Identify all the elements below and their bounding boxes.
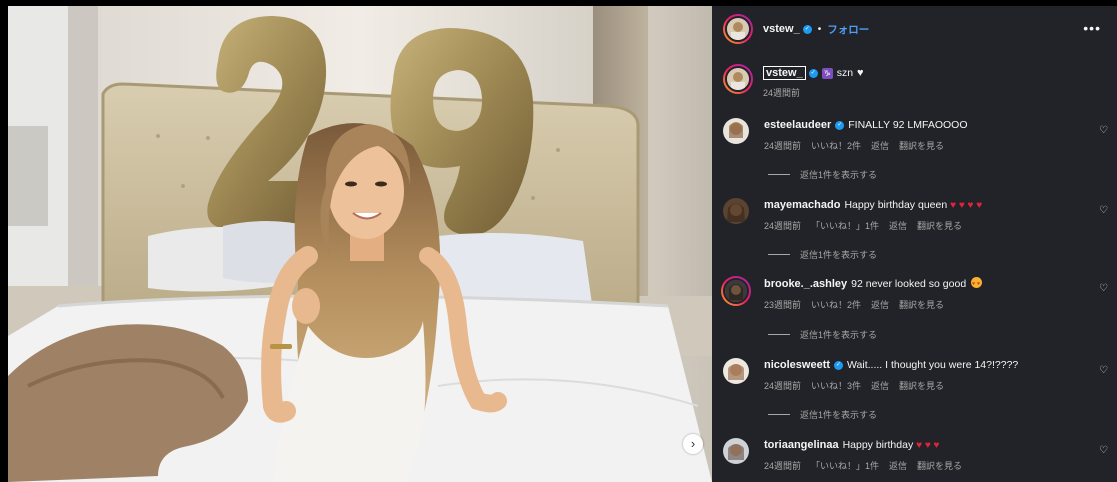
avatar-image [725, 16, 751, 42]
comment-item: esteelaudeer ✓ FINALLY 92 LMFAOOOO 24週間前 い… [723, 118, 1108, 152]
comment-item: brooke._.ashley 92 never looked so good 2… [721, 276, 1108, 311]
translate-button[interactable]: 翻訳を見る [917, 459, 962, 472]
comment-time: 24週間前 [764, 381, 802, 391]
view-replies-label: 返信1件を表示する [800, 330, 878, 340]
comment-time: 24週間前 [764, 461, 802, 471]
view-replies-button[interactable]: 返信1件を表示する [768, 408, 877, 421]
post-photo[interactable]: › [8, 6, 712, 482]
verified-badge-icon: ✓ [835, 120, 845, 130]
translate-button[interactable]: 翻訳を見る [899, 379, 944, 392]
reply-button[interactable]: 返信 [889, 219, 907, 232]
instagram-post-modal: › vstew_ ✓ • フォロー ••• vstew_ ✓ ♑ szn ♥ 2… [0, 0, 1117, 482]
caption-username[interactable]: vstew_ [763, 66, 806, 80]
heart-outline-icon[interactable]: ♡ [1099, 445, 1108, 456]
comment-text: Happy birthday queen [844, 199, 948, 211]
post-header: vstew_ ✓ • フォロー ••• [712, 6, 1117, 52]
translate-button[interactable]: 翻訳を見る [899, 298, 944, 311]
translate-button[interactable]: 翻訳を見る [899, 139, 944, 152]
comment-likes[interactable]: いいね！3件 [811, 379, 861, 392]
comment-likes[interactable]: いいね！2件 [811, 298, 861, 311]
comment-item: nicolesweett ✓ Wait..... I thought you wer… [723, 358, 1108, 392]
heart-outline-icon[interactable]: ♡ [1099, 205, 1108, 216]
view-replies-label: 返信1件を表示する [800, 170, 878, 180]
replies-line [768, 414, 790, 415]
heart-outline-icon[interactable]: ♡ [1099, 365, 1108, 376]
post-author-username[interactable]: vstew_ [763, 23, 800, 35]
reply-button[interactable]: 返信 [871, 379, 889, 392]
post-panel: vstew_ ✓ • フォロー ••• vstew_ ✓ ♑ szn ♥ 24週… [712, 6, 1117, 482]
view-replies-button[interactable]: 返信1件を表示する [768, 328, 877, 341]
caption-time: 24週間前 [763, 88, 801, 98]
replies-line [768, 334, 790, 335]
view-replies-button[interactable]: 返信1件を表示する [768, 248, 877, 261]
view-replies-label: 返信1件を表示する [800, 410, 878, 420]
reply-button[interactable]: 返信 [871, 139, 889, 152]
view-replies-label: 返信1件を表示する [800, 250, 878, 260]
follow-button[interactable]: フォロー [827, 22, 869, 37]
white-heart-icon: ♥ [857, 67, 864, 79]
red-heart-icon: ♥ ♥ ♥ ♥ [950, 200, 983, 211]
comment-avatar[interactable] [723, 118, 749, 144]
comment-text: Happy birthday [842, 439, 914, 451]
comment-username[interactable]: brooke._.ashley [764, 278, 847, 290]
view-replies-button[interactable]: 返信1件を表示する [768, 168, 877, 181]
comment-likes[interactable]: 「いいね！」1件 [811, 459, 879, 472]
comment-username[interactable]: nicolesweett [764, 359, 830, 371]
heart-eyes-emoji-icon [971, 277, 983, 291]
comment-username[interactable]: toriaangelinaa [764, 439, 839, 451]
comment-item: toriaangelinaa Happy birthday ♥ ♥ ♥ 24週間前… [723, 438, 1108, 472]
comment-avatar-image [723, 278, 749, 304]
translate-button[interactable]: 翻訳を見る [917, 219, 962, 232]
avatar[interactable] [723, 14, 753, 44]
caption-text: szn [836, 67, 854, 79]
comment-time: 24週間前 [764, 141, 802, 151]
caption-avatar[interactable] [723, 64, 753, 94]
verified-badge-icon: ✓ [808, 68, 818, 78]
replies-line [768, 254, 790, 255]
post-image [8, 6, 712, 482]
verified-badge-icon: ✓ [834, 360, 844, 370]
comment-likes[interactable]: 「いいね！」1件 [811, 219, 879, 232]
comment-avatar[interactable] [723, 198, 749, 224]
replies-line [768, 174, 790, 175]
comment-likes[interactable]: いいね！2件 [811, 139, 861, 152]
more-horizontal-icon[interactable]: ••• [1083, 20, 1101, 36]
comment-time: 24週間前 [764, 221, 802, 231]
comment-item: mayemachado Happy birthday queen ♥ ♥ ♥ ♥ … [723, 198, 1108, 232]
next-image-button[interactable]: › [683, 434, 703, 454]
comment-text: 92 never looked so good [851, 278, 967, 290]
comment-avatar[interactable] [721, 276, 751, 306]
capricorn-sign-icon: ♑ [821, 67, 833, 79]
verified-badge-icon: ✓ [802, 24, 812, 34]
comment-time: 23週間前 [764, 300, 802, 310]
comment-text: Wait..... I thought you were 14?!???? [847, 359, 1019, 371]
heart-outline-icon[interactable]: ♡ [1099, 125, 1108, 136]
reply-button[interactable]: 返信 [871, 298, 889, 311]
separator-dot: • [817, 23, 822, 35]
caption-avatar-image [725, 66, 751, 92]
comment-username[interactable]: esteelaudeer [764, 119, 831, 131]
post-caption: vstew_ ✓ ♑ szn ♥ 24週間前 [723, 64, 1103, 99]
heart-outline-icon[interactable]: ♡ [1099, 283, 1108, 294]
red-heart-icon: ♥ ♥ ♥ [916, 440, 940, 451]
comment-text: FINALLY 92 LMFAOOOO [848, 119, 968, 131]
comment-username[interactable]: mayemachado [764, 199, 840, 211]
comment-avatar[interactable] [723, 438, 749, 464]
comment-avatar[interactable] [723, 358, 749, 384]
reply-button[interactable]: 返信 [889, 459, 907, 472]
